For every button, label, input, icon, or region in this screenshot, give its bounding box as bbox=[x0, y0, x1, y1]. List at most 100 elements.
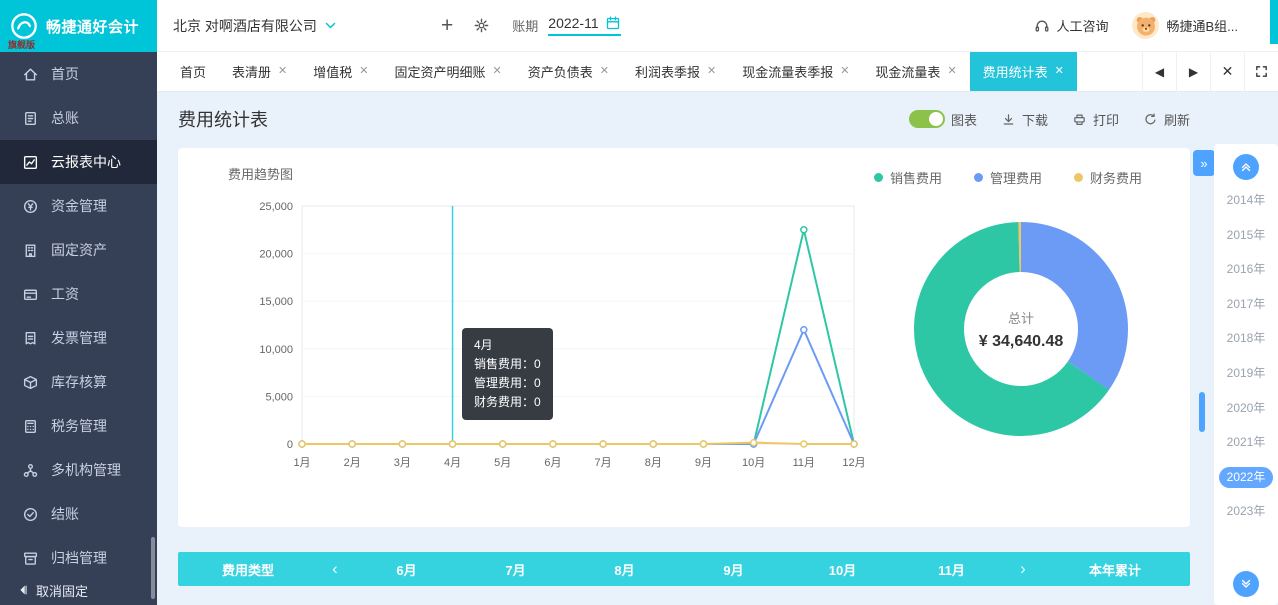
tab-label: 增值税 bbox=[313, 62, 352, 81]
years-scroll-up-button[interactable] bbox=[1233, 154, 1259, 180]
close-icon[interactable]: ✕ bbox=[707, 66, 716, 77]
close-icon[interactable]: ✕ bbox=[947, 66, 956, 77]
brand-logo: 畅捷通好会计 旗舰版 bbox=[0, 0, 157, 52]
tab-fixed-asset-detail[interactable]: 固定资产明细账✕ bbox=[381, 52, 514, 91]
tab-balance-sheet[interactable]: 资产负债表✕ bbox=[515, 52, 622, 91]
sidebar-item-tax[interactable]: 税务管理 bbox=[0, 404, 157, 448]
sidebar-nav: 首页 总账 云报表中心 资金管理 固定资产 工资 发票管理 库存核算 bbox=[0, 52, 157, 605]
sidebar-item-archive[interactable]: 归档管理 bbox=[0, 536, 157, 580]
year-item[interactable]: 2017年 bbox=[1219, 294, 1274, 316]
columns-next-button[interactable]: › bbox=[1006, 559, 1040, 579]
sidebar-item-invoices[interactable]: 发票管理 bbox=[0, 316, 157, 360]
gear-icon[interactable] bbox=[473, 17, 490, 34]
close-icon[interactable]: ✕ bbox=[278, 66, 287, 77]
unpin-sidebar-button[interactable]: 取消固定 bbox=[0, 575, 157, 605]
svg-text:总计: 总计 bbox=[1008, 311, 1034, 326]
refresh-button[interactable]: 刷新 bbox=[1143, 110, 1190, 129]
sidebar-item-cloud-reports[interactable]: 云报表中心 bbox=[0, 140, 157, 184]
close-icon[interactable]: ✕ bbox=[1055, 66, 1064, 77]
year-item[interactable]: 2021年 bbox=[1219, 432, 1274, 454]
sidebar-item-closing[interactable]: 结账 bbox=[0, 492, 157, 536]
close-icon[interactable]: ✕ bbox=[359, 66, 368, 77]
year-item[interactable]: 2020年 bbox=[1219, 398, 1274, 420]
period-date-picker[interactable]: 2022-11 bbox=[548, 15, 620, 36]
refresh-icon bbox=[1143, 112, 1158, 127]
company-selector[interactable]: 北京 对啊酒店有限公司 bbox=[173, 16, 419, 36]
print-button[interactable]: 打印 bbox=[1072, 110, 1119, 129]
year-item[interactable]: 2019年 bbox=[1219, 363, 1274, 385]
tab-vat[interactable]: 增值税 ✕ bbox=[300, 52, 381, 91]
sidebar-item-label: 资金管理 bbox=[51, 196, 107, 216]
window-edge-strip bbox=[1270, 0, 1278, 44]
top-header: 畅捷通好会计 旗舰版 北京 对啊酒店有限公司 + 账期 2022-11 bbox=[0, 0, 1278, 52]
ledger-icon bbox=[22, 110, 39, 127]
sidebar-item-general-ledger[interactable]: 总账 bbox=[0, 96, 157, 140]
tab-scroll-left-button[interactable]: ◀ bbox=[1142, 52, 1176, 92]
download-button[interactable]: 下载 bbox=[1001, 110, 1048, 129]
tab-label: 利润表季报 bbox=[635, 62, 700, 81]
tab-report-list[interactable]: 表清册✕ bbox=[219, 52, 300, 91]
sidebar-item-label: 税务管理 bbox=[51, 416, 107, 436]
tab-cashflow[interactable]: 现金流量表✕ bbox=[862, 52, 969, 91]
archive-icon bbox=[22, 550, 39, 567]
close-icon[interactable]: ✕ bbox=[840, 66, 849, 77]
download-label: 下载 bbox=[1022, 110, 1048, 129]
legend-dot bbox=[974, 173, 983, 182]
legend-dot bbox=[1074, 173, 1083, 182]
building-icon bbox=[22, 242, 39, 259]
years-scroll-down-button[interactable] bbox=[1233, 571, 1259, 597]
tabs-close-button[interactable]: ✕ bbox=[1210, 52, 1244, 92]
expense-trend-line-chart[interactable]: 05,00010,00015,00020,00025,0001月2月3月4月5月… bbox=[238, 194, 878, 479]
sidebar-item-inventory[interactable]: 库存核算 bbox=[0, 360, 157, 404]
year-item[interactable]: 2018年 bbox=[1219, 328, 1274, 350]
sidebar-item-label: 首页 bbox=[51, 64, 79, 84]
sidebar-item-label: 多机构管理 bbox=[51, 460, 121, 480]
legend-item-finance[interactable]: 财务费用 bbox=[1074, 168, 1142, 187]
sidebar-item-funds[interactable]: 资金管理 bbox=[0, 184, 157, 228]
brand-logo-icon bbox=[10, 12, 38, 40]
expand-panel-button[interactable]: » bbox=[1193, 150, 1215, 176]
tab-scroll-right-button[interactable]: ▶ bbox=[1176, 52, 1210, 92]
vertical-scrollbar-thumb[interactable] bbox=[1199, 392, 1205, 432]
period-value: 2022-11 bbox=[548, 15, 598, 31]
year-item[interactable]: 2023年 bbox=[1219, 501, 1274, 523]
year-item[interactable]: 2015年 bbox=[1219, 225, 1274, 247]
sidebar-item-home[interactable]: 首页 bbox=[0, 52, 157, 96]
close-icon[interactable]: ✕ bbox=[600, 66, 609, 77]
expense-table-header: 费用类型 ‹ 6月 7月 8月 9月 10月 11月 › 本年累计 bbox=[178, 552, 1190, 586]
sidebar-item-label: 工资 bbox=[51, 284, 79, 304]
svg-text:5,000: 5,000 bbox=[265, 391, 293, 403]
tab-expense-statistics[interactable]: 费用统计表✕ bbox=[970, 52, 1077, 91]
svg-text:7月: 7月 bbox=[595, 457, 612, 469]
add-button[interactable]: + bbox=[441, 14, 453, 38]
check-circle-icon bbox=[22, 506, 39, 523]
svg-text:12月: 12月 bbox=[842, 457, 865, 469]
svg-text:15,000: 15,000 bbox=[259, 296, 293, 308]
money-icon bbox=[22, 198, 39, 215]
support-link[interactable]: 人工咨询 bbox=[1034, 16, 1108, 35]
svg-text:2月: 2月 bbox=[344, 457, 361, 469]
expense-total-donut-chart[interactable]: 总计¥ 34,640.48 bbox=[896, 204, 1146, 454]
legend-item-admin[interactable]: 管理费用 bbox=[974, 168, 1042, 187]
year-item[interactable]: 2016年 bbox=[1219, 259, 1274, 281]
sidebar-item-payroll[interactable]: 工资 bbox=[0, 272, 157, 316]
legend-dot bbox=[874, 173, 883, 182]
user-menu[interactable]: 畅捷通B组... bbox=[1132, 12, 1238, 39]
tab-income-quarterly[interactable]: 利润表季报 ✕ bbox=[622, 52, 729, 91]
tab-cashflow-quarterly[interactable]: 现金流量表季报✕ bbox=[729, 52, 862, 91]
sidebar-scrollbar[interactable] bbox=[151, 537, 155, 599]
sidebar-item-multi-org[interactable]: 多机构管理 bbox=[0, 448, 157, 492]
columns-prev-button[interactable]: ‹ bbox=[318, 559, 352, 579]
sidebar-item-fixed-assets[interactable]: 固定资产 bbox=[0, 228, 157, 272]
fullscreen-button[interactable] bbox=[1244, 52, 1278, 92]
chart-toggle[interactable] bbox=[909, 110, 945, 128]
year-item[interactable]: 2014年 bbox=[1219, 190, 1274, 212]
close-icon[interactable]: ✕ bbox=[493, 66, 502, 77]
legend-item-sales[interactable]: 销售费用 bbox=[874, 168, 942, 187]
tooltip-row: 销售费用：0 bbox=[474, 355, 541, 374]
chart-legend: 销售费用 管理费用 财务费用 bbox=[874, 168, 1142, 187]
tab-home[interactable]: 首页 bbox=[167, 52, 219, 91]
year-item-selected[interactable]: 2022年 bbox=[1219, 467, 1274, 489]
download-icon bbox=[1001, 112, 1016, 127]
salary-card-icon bbox=[22, 286, 39, 303]
